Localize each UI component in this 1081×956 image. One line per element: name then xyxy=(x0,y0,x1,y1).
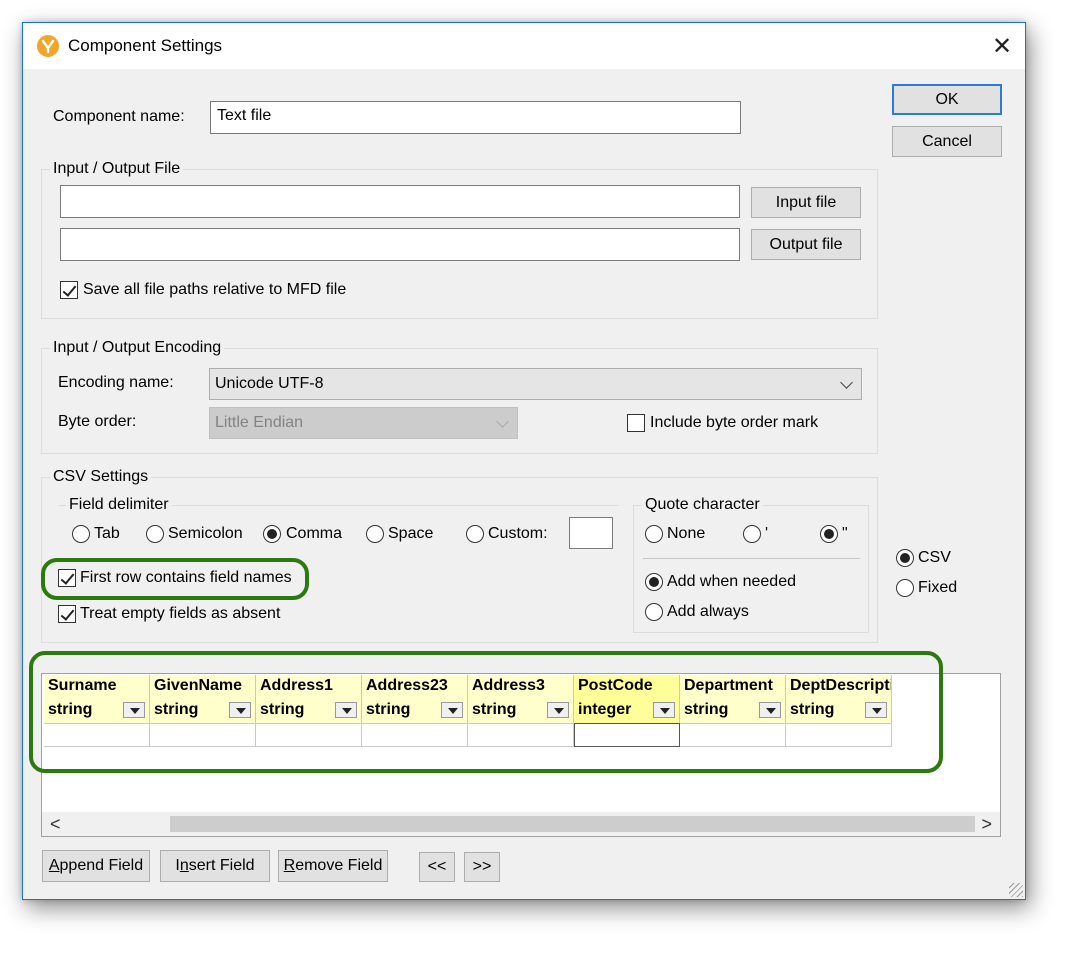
empty-fields-absent-checkbox[interactable] xyxy=(58,605,76,623)
quote-single-label: ' xyxy=(765,525,769,542)
remove-field-label: emove Field xyxy=(295,857,383,874)
previous-field-button[interactable]: << xyxy=(419,852,455,882)
field-delimiter-label: Field delimiter xyxy=(66,496,172,514)
dialog-title: Component Settings xyxy=(68,36,223,55)
scrollbar-thumb[interactable] xyxy=(170,816,975,832)
bom-label: Include byte order mark xyxy=(650,414,819,431)
add-always-radio[interactable] xyxy=(645,603,663,621)
quote-none-radio[interactable] xyxy=(645,525,663,543)
delimiter-semicolon-label: Semicolon xyxy=(168,525,243,542)
append-field-mnemonic: A xyxy=(48,857,60,874)
append-field-label: ppend Field xyxy=(59,857,144,874)
delimiter-tab-label: Tab xyxy=(94,525,120,542)
quote-divider xyxy=(643,558,860,559)
delimiter-custom-radio[interactable] xyxy=(466,525,484,543)
delimiter-comma-label: Comma xyxy=(286,525,343,542)
delimiter-space-label: Space xyxy=(388,525,434,542)
insert-field-label: sert Field xyxy=(188,857,255,874)
input-file-path-input[interactable] xyxy=(60,185,740,218)
custom-delimiter-input[interactable] xyxy=(569,517,613,549)
component-settings-dialog: Component Settings ✕ Component name: Tex… xyxy=(22,22,1026,900)
chevron-down-icon xyxy=(840,376,853,389)
add-when-needed-label: Add when needed xyxy=(667,573,796,590)
format-fixed-radio[interactable] xyxy=(896,579,914,597)
add-when-needed-radio[interactable] xyxy=(645,573,663,591)
relative-paths-checkbox[interactable] xyxy=(60,281,78,299)
delimiter-custom-label: Custom: xyxy=(488,525,548,542)
field-grid-highlight xyxy=(29,651,943,773)
format-csv-radio[interactable] xyxy=(896,549,914,567)
resize-grip-icon[interactable] xyxy=(1009,883,1023,897)
quote-none-label: None xyxy=(667,525,706,542)
quote-double-label: " xyxy=(842,525,848,542)
encoding-name-label: Encoding name: xyxy=(58,374,174,391)
delimiter-tab-radio[interactable] xyxy=(72,525,90,543)
input-file-button[interactable]: Input file xyxy=(751,187,861,218)
quote-character-label: Quote character xyxy=(642,496,763,514)
ok-button[interactable]: OK xyxy=(892,84,1002,115)
cancel-button[interactable]: Cancel xyxy=(892,126,1002,157)
mapforce-app-icon xyxy=(37,35,59,57)
bom-checkbox[interactable] xyxy=(627,414,645,432)
format-csv-label: CSV xyxy=(918,549,951,566)
chevron-down-icon xyxy=(496,415,509,428)
delimiter-comma-radio[interactable] xyxy=(263,525,281,543)
close-button[interactable]: ✕ xyxy=(979,23,1025,69)
first-row-highlight xyxy=(41,558,309,600)
csv-settings-group-label: CSV Settings xyxy=(50,468,152,486)
scroll-right-icon[interactable]: > xyxy=(981,814,992,835)
encoding-name-select[interactable]: Unicode UTF-8 xyxy=(209,368,862,400)
byte-order-label: Byte order: xyxy=(58,413,137,430)
delimiter-space-radio[interactable] xyxy=(366,525,384,543)
add-always-label: Add always xyxy=(667,603,749,620)
byte-order-select[interactable]: Little Endian xyxy=(209,407,518,439)
remove-field-button[interactable]: Remove Field xyxy=(278,850,388,882)
next-field-button[interactable]: >> xyxy=(464,852,500,882)
horizontal-scrollbar[interactable]: < > xyxy=(42,812,1000,836)
scroll-left-icon[interactable]: < xyxy=(50,814,61,835)
component-name-label: Component name: xyxy=(53,108,185,125)
encoding-group-label: Input / Output Encoding xyxy=(50,339,225,357)
output-file-path-input[interactable] xyxy=(60,228,740,261)
title-bar: Component Settings ✕ xyxy=(23,23,1025,69)
empty-fields-absent-label: Treat empty fields as absent xyxy=(80,605,281,622)
insert-field-button[interactable]: In sert Field xyxy=(160,850,270,882)
component-name-input[interactable]: Text file xyxy=(210,101,741,134)
format-fixed-label: Fixed xyxy=(918,579,958,596)
append-field-button[interactable]: Append Field xyxy=(42,850,150,882)
insert-field-mnemonic: n xyxy=(179,857,189,874)
byte-order-value: Little Endian xyxy=(215,414,304,431)
quote-single-radio[interactable] xyxy=(743,525,761,543)
relative-paths-label: Save all file paths relative to MFD file xyxy=(83,281,347,298)
delimiter-semicolon-radio[interactable] xyxy=(146,525,164,543)
quote-double-radio[interactable] xyxy=(820,525,838,543)
output-file-button[interactable]: Output file xyxy=(751,229,861,260)
encoding-name-value: Unicode UTF-8 xyxy=(215,375,324,392)
remove-field-mnemonic: R xyxy=(283,857,296,874)
io-file-group-label: Input / Output File xyxy=(50,160,184,178)
